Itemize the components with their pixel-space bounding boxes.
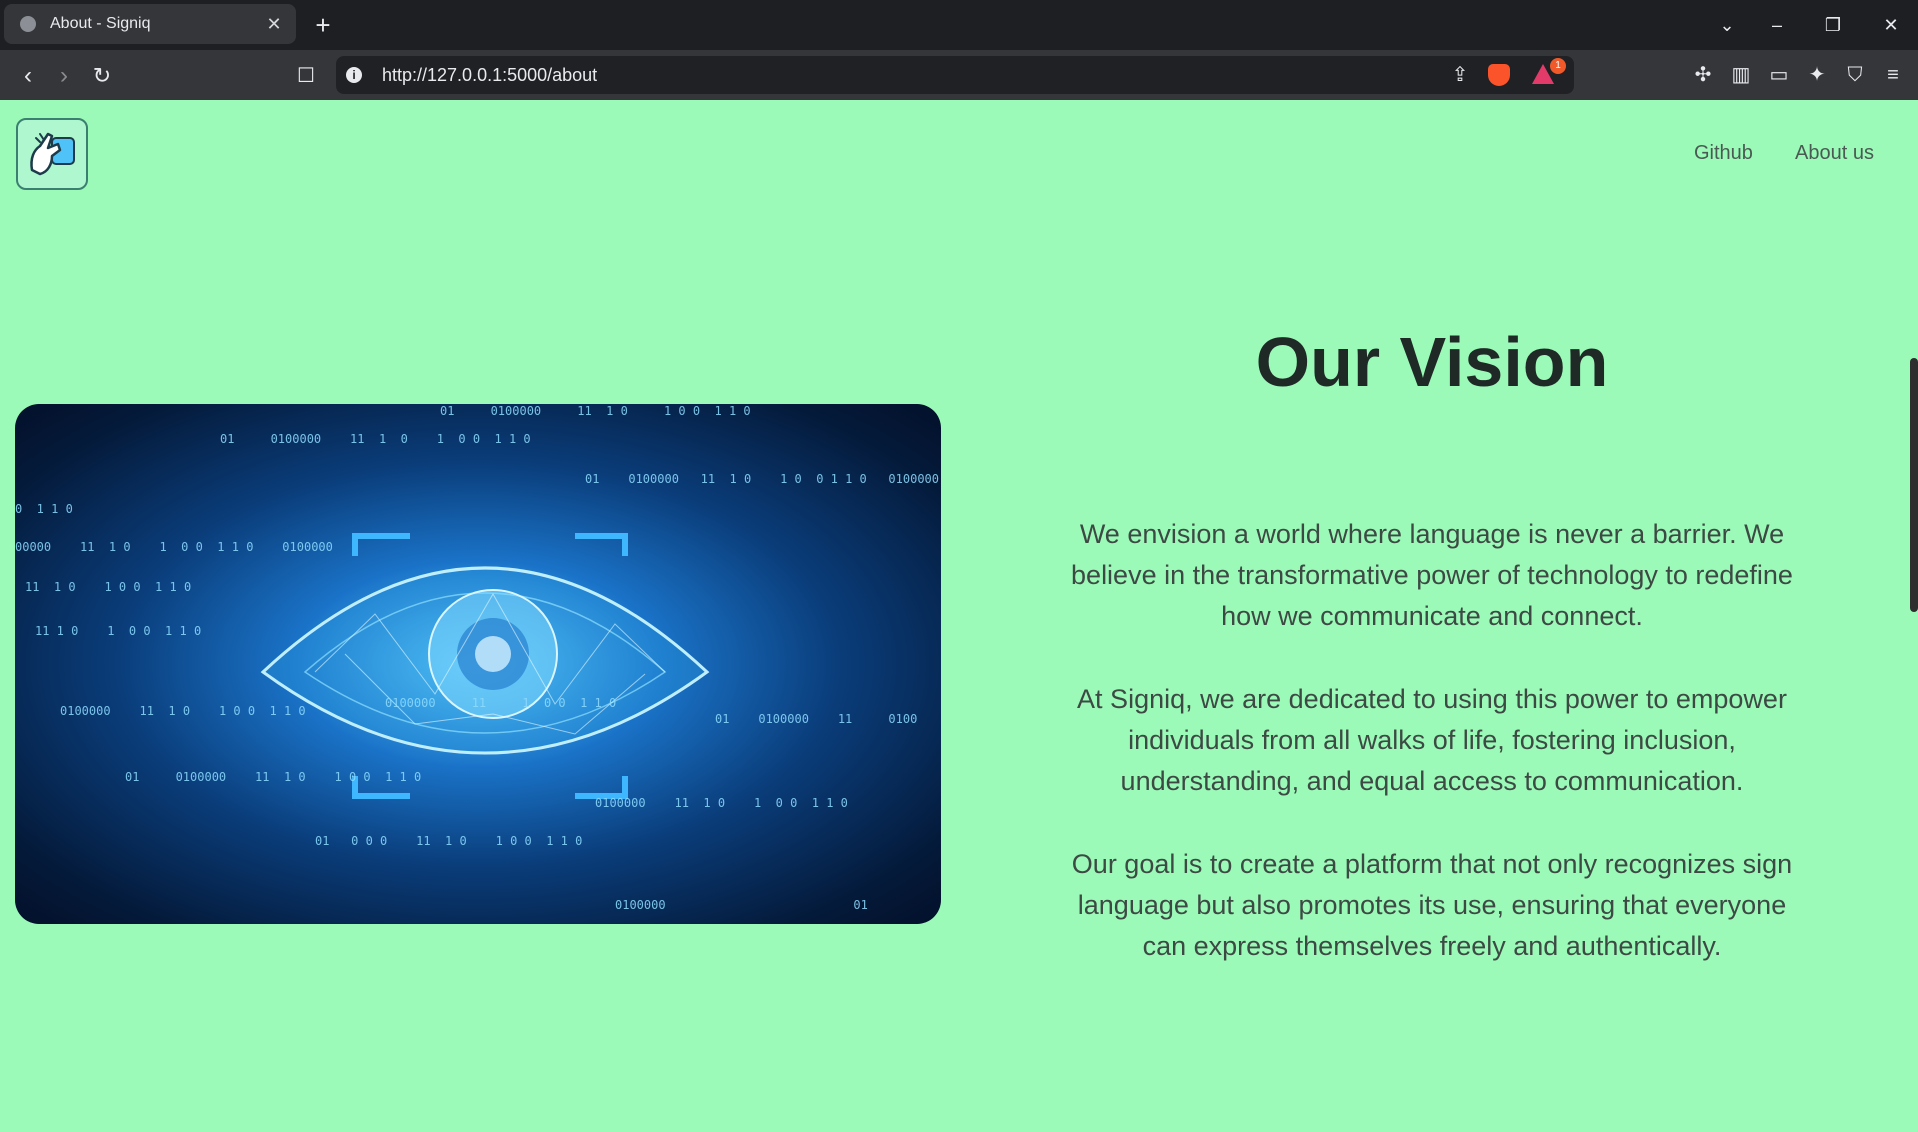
close-icon[interactable]: ✕	[262, 12, 286, 36]
vision-paragraph: Our goal is to create a platform that no…	[1071, 849, 1793, 961]
reload-icon[interactable]: ↻	[88, 62, 116, 90]
forward-icon[interactable]: ›	[50, 62, 78, 90]
info-icon[interactable]: i	[346, 67, 362, 83]
brave-shield-icon[interactable]	[1488, 64, 1510, 86]
globe-icon	[20, 16, 36, 32]
window-close-icon[interactable]: ✕	[1878, 12, 1904, 38]
signiq-logo[interactable]	[16, 118, 88, 190]
leo-icon[interactable]: ✦	[1804, 62, 1830, 88]
scrollbar-thumb[interactable]	[1910, 358, 1918, 612]
notification-badge: 1	[1550, 58, 1566, 74]
url-text[interactable]: http://127.0.0.1:5000/about	[382, 65, 597, 86]
extensions-icon[interactable]: ✣	[1690, 62, 1716, 88]
minimize-icon[interactable]: –	[1764, 12, 1790, 38]
menu-icon[interactable]: ≡	[1880, 62, 1906, 88]
vision-paragraph: We envision a world where language is ne…	[1071, 519, 1793, 631]
plus-icon[interactable]: +	[310, 12, 336, 38]
sidebar-icon[interactable]: ▥	[1728, 62, 1754, 88]
nav-link-about-us[interactable]: About us	[1795, 142, 1874, 165]
address-bar[interactable]: i http://127.0.0.1:5000/about ⇪ 1	[336, 56, 1574, 94]
sign-hand-icon	[30, 132, 75, 176]
vision-paragraph: At Signiq, we are dedicated to using thi…	[1077, 684, 1787, 796]
page-title: Our Vision	[1255, 323, 1609, 401]
tab-title: About - Signiq	[50, 15, 151, 32]
vision-eye-image: 01 0100000 11 1 0 1 0 0 1 1 0 01 0100000…	[15, 404, 941, 924]
wallet-icon[interactable]: ▭	[1766, 62, 1792, 88]
about-page: Github About us 01 0100000 11 1 0 1 0 0 …	[0, 100, 1918, 1132]
chevron-down-icon[interactable]: ⌄	[1714, 12, 1740, 38]
nav-link-github[interactable]: Github	[1694, 142, 1753, 165]
restore-icon[interactable]: ❐	[1820, 12, 1846, 38]
share-icon[interactable]: ⇪	[1448, 63, 1472, 87]
vpn-icon[interactable]: ⛉	[1842, 62, 1868, 88]
back-icon[interactable]: ‹	[14, 62, 42, 90]
browser-tab-bar: About - Signiq ✕ + ⌄ – ❐ ✕	[0, 0, 1918, 50]
browser-tab[interactable]: About - Signiq ✕	[4, 4, 296, 44]
bookmark-icon[interactable]: ☐	[292, 62, 320, 90]
browser-toolbar: ‹ › ↻ ☐ i http://127.0.0.1:5000/about ⇪ …	[0, 50, 1918, 100]
